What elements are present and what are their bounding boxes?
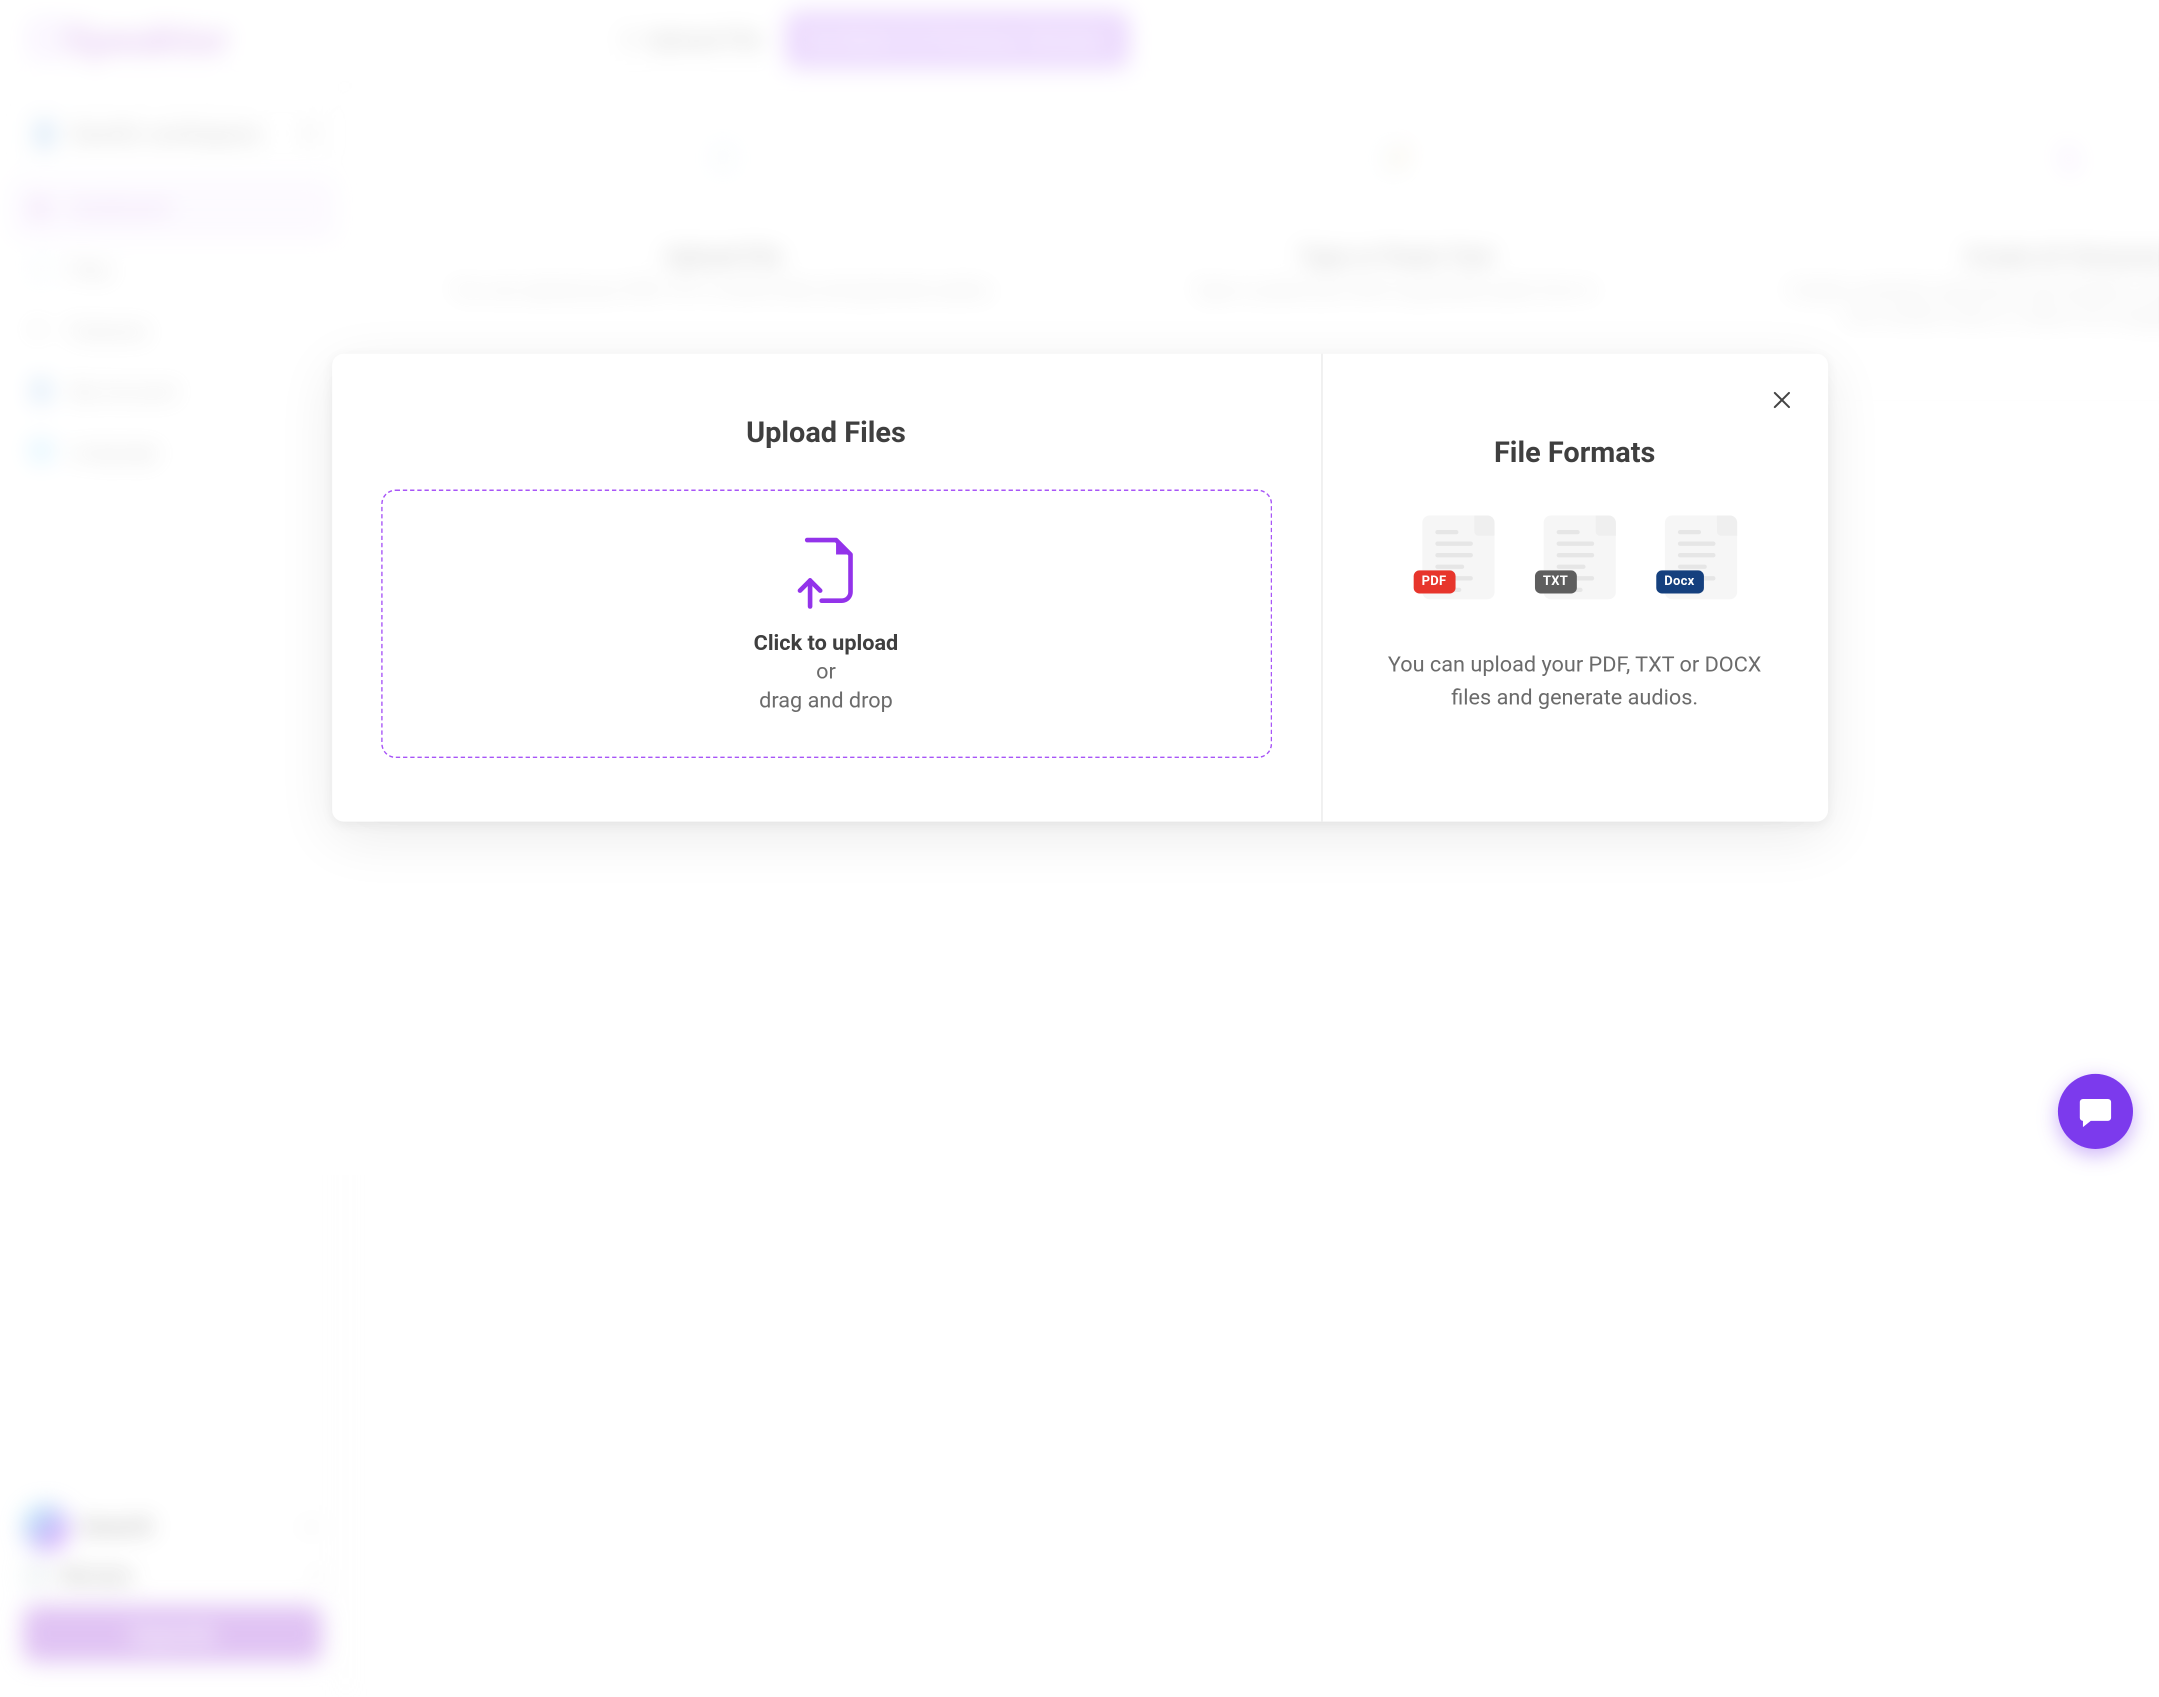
upload-file-icon — [793, 534, 859, 609]
txt-format-icon: TXT — [1534, 516, 1615, 603]
close-button[interactable] — [1767, 386, 1796, 415]
docx-badge: Docx — [1656, 570, 1704, 593]
chat-widget-button[interactable] — [2058, 1074, 2133, 1149]
dropzone-line2: or — [411, 658, 1241, 684]
upload-modal: Upload Files Click to upload or drag and… — [331, 354, 1827, 822]
pdf-badge: PDF — [1413, 570, 1455, 593]
dropzone-line3: drag and drop — [411, 687, 1241, 713]
user-name: Gonul B — [81, 1516, 151, 1539]
chat-icon — [2077, 1093, 2115, 1131]
file-formats-desc: You can upload your PDF, TXT or DOCX fil… — [1371, 648, 1778, 715]
clock-icon: 🕒 — [23, 1565, 48, 1588]
modal-overlay: Upload Files Click to upload or drag and… — [0, 0, 2159, 1175]
file-formats-title: File Formats — [1494, 435, 1655, 470]
pdf-format-icon: PDF — [1413, 516, 1494, 603]
upload-dropzone[interactable]: Click to upload or drag and drop — [380, 490, 1271, 759]
minutes-row[interactable]: 🕒 Minutes › — [23, 1565, 322, 1588]
modal-title: Upload Files — [380, 414, 1271, 449]
upgrade-button[interactable]: Upgrade — [23, 1606, 322, 1662]
user-menu-icon: ⋯ — [302, 1516, 322, 1539]
close-icon — [1771, 390, 1791, 410]
chevron-right-icon: › — [316, 1565, 322, 1588]
txt-badge: TXT — [1534, 570, 1577, 593]
dropzone-line1: Click to upload — [411, 630, 1241, 656]
docx-format-icon: Docx — [1656, 516, 1737, 603]
minutes-label: Minutes — [60, 1565, 133, 1588]
user-row[interactable]: Gonul B ⋯ — [23, 1505, 322, 1551]
